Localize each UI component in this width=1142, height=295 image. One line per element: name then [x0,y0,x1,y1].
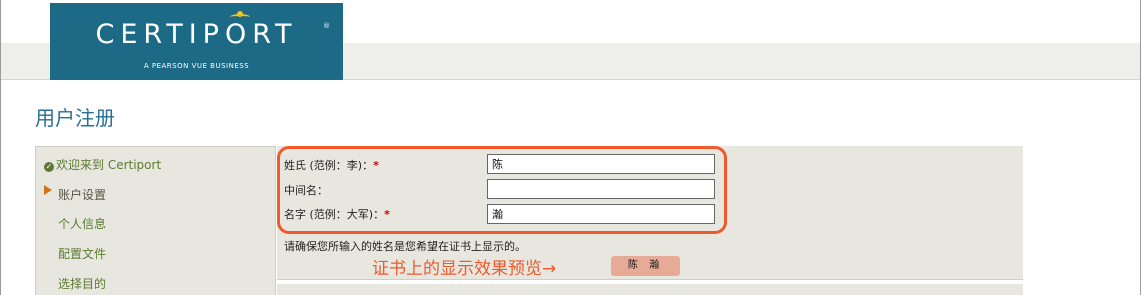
logo-tagline: A PEARSON VUE BUSINESS [143,62,250,70]
certiport-logo[interactable]: CERTIPORT ® A PEARSON VUE BUSINESS [50,3,343,80]
first-name-label: 名字 (范例：大军)：* [284,208,390,222]
sidebar-item-welcome[interactable]: ✓ 欢迎来到 Certiport [44,157,161,173]
sidebar-item-label: 选择目的 [58,277,107,291]
middle-name-label-text: 中间名： [284,184,328,197]
sidebar-item-profile[interactable]: 配置文件 [58,246,106,262]
last-name-input[interactable] [487,154,715,174]
name-notice: 请确保您所输入的姓名是您希望在证书上显示的。 [284,240,526,253]
sidebar-item-label: 个人信息 [58,217,107,231]
logo-wordmark: CERTIPORT [95,19,298,50]
logo-figure-head-icon [237,11,243,17]
certificate-name-preview: 陈 瀚 [611,256,680,276]
sidebar-item-label: 欢迎来到 Certiport [56,158,162,172]
last-name-label: 姓氏 (范例：李)：* [284,159,379,173]
sidebar-item-label: 配置文件 [58,247,107,261]
page-title: 用户注册 [35,106,115,130]
logo-trademark: ® [323,22,330,30]
first-name-input[interactable] [487,204,715,224]
sidebar-item-account-settings[interactable]: 账户设置 [58,187,106,203]
sidebar-item-label: 账户设置 [58,188,107,202]
required-marker: * [373,159,379,172]
sidebar-item-personal-info[interactable]: 个人信息 [58,216,106,232]
middle-name-input[interactable] [487,179,715,199]
first-name-label-text: 名字 (范例：大军)： [284,208,385,221]
required-marker: * [384,208,390,221]
check-icon: ✓ [44,162,54,172]
certificate-preview-caption: 证书上的显示效果预览→ [372,259,557,279]
window-frame-right [1140,0,1141,295]
last-name-label-text: 姓氏 (范例：李)： [284,159,374,172]
middle-name-label: 中间名： [284,184,328,198]
sidebar-item-select-purpose[interactable]: 选择目的 [58,276,106,292]
form-next-section [277,284,1023,295]
current-step-arrow-icon [44,185,52,195]
